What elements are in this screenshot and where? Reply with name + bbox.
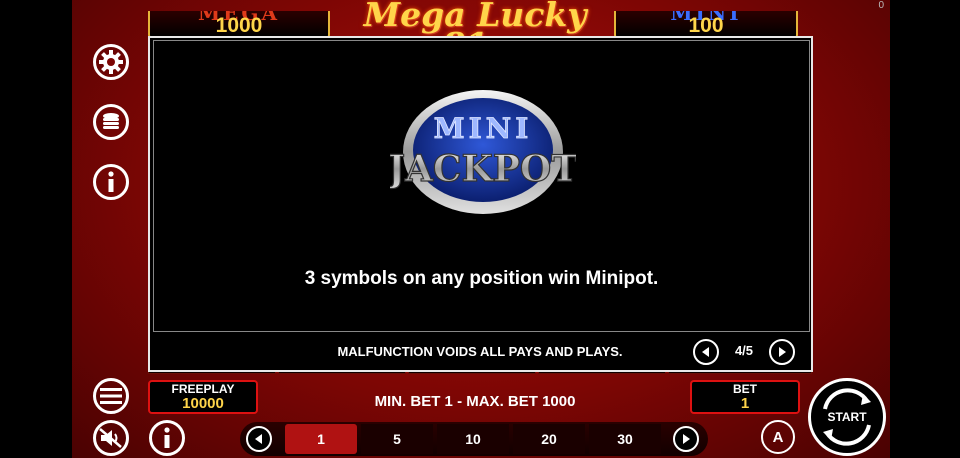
menu-button[interactable]	[93, 378, 129, 414]
disclaimer-text: MALFUNCTION VOIDS ALL PAYS AND PLAYS.	[337, 344, 623, 359]
coins-button[interactable]	[93, 104, 129, 140]
mini-jackpot-box: MINI 100	[614, 11, 798, 39]
emblem-jackpot-text: JACKPOT	[390, 148, 576, 190]
gear-icon	[99, 50, 123, 74]
game-logo: Mega Lucky 81x	[363, 0, 587, 61]
info-next-page-button[interactable]	[769, 339, 795, 365]
triangle-left-icon	[255, 434, 262, 444]
settings-button[interactable]	[93, 44, 129, 80]
sound-toggle-button[interactable]	[93, 420, 129, 456]
bet-range-text: MIN. BET 1 - MAX. BET 1000	[374, 393, 576, 410]
game-info-button[interactable]	[149, 420, 185, 456]
info-description: 3 symbols on any position win Minipot.	[304, 268, 659, 289]
freeplay-box: FREEPLAY 10000	[148, 380, 258, 414]
freeplay-label: FREEPLAY	[171, 382, 235, 396]
emblem-mini-text: MINI	[434, 112, 533, 145]
triangle-left-icon	[702, 347, 709, 357]
bet-box: BET 1	[690, 380, 800, 414]
mini-jackpot-emblem: MINI JACKPOT	[390, 90, 576, 214]
bet-label: BET	[733, 382, 757, 396]
mega-jackpot-box: MEGA 1000	[148, 11, 330, 39]
bet-next-button[interactable]	[673, 426, 699, 452]
autoplay-label: A	[772, 428, 784, 446]
start-button[interactable]: START	[808, 378, 886, 456]
bet-option-1[interactable]: 1	[285, 424, 357, 454]
triangle-right-icon	[683, 434, 690, 444]
coins-icon	[103, 113, 119, 129]
bet-option-5[interactable]: 5	[361, 424, 433, 454]
menu-icon	[100, 388, 122, 404]
sound-off-icon	[99, 428, 122, 448]
bet-prev-button[interactable]	[246, 426, 272, 452]
info-icon	[164, 427, 170, 448]
triangle-right-icon	[779, 347, 786, 357]
freeplay-value: 10000	[182, 395, 224, 412]
bet-option-30[interactable]: 30	[589, 424, 661, 454]
bet-value: 1	[740, 395, 750, 412]
info-icon	[108, 171, 114, 192]
mega-jackpot-value: 1000	[215, 14, 263, 37]
autoplay-button[interactable]: A	[761, 420, 795, 454]
info-page-indicator: 4/5	[734, 343, 754, 358]
bet-option-20[interactable]: 20	[513, 424, 585, 454]
info-prev-page-button[interactable]	[693, 339, 719, 365]
mini-jackpot-value: 100	[688, 14, 724, 37]
start-label: START	[827, 410, 867, 424]
paytable-info-button[interactable]	[93, 164, 129, 200]
bet-option-10[interactable]: 10	[437, 424, 509, 454]
corner-counter: 0	[878, 0, 884, 11]
